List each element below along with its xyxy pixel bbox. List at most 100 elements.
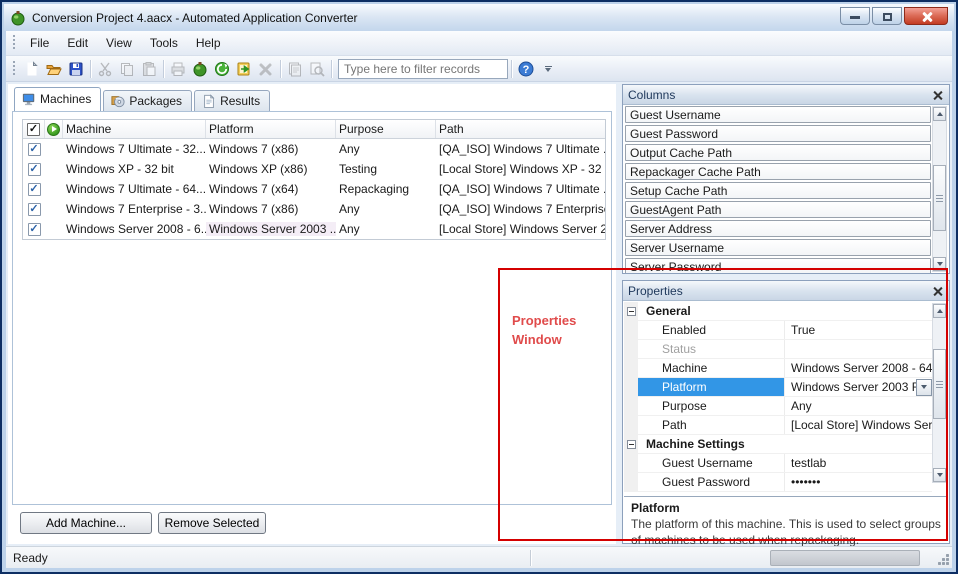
columns-scrollbar[interactable] — [932, 106, 947, 272]
platform-dropdown-button[interactable] — [916, 379, 932, 396]
list-item[interactable]: Output Cache Path — [625, 144, 931, 161]
property-row[interactable]: Machine Windows Server 2008 - 64 — [624, 359, 932, 378]
status-progress-area — [770, 550, 920, 566]
minimize-icon — [850, 16, 860, 19]
table-row[interactable]: Windows 7 Enterprise - 3... Windows 7 (x… — [23, 199, 605, 219]
list-item[interactable]: GuestAgent Path — [625, 201, 931, 218]
export-button[interactable] — [233, 58, 255, 80]
section-header-general[interactable]: General — [624, 302, 932, 321]
main-content: Machines Packages — [6, 82, 952, 546]
property-row[interactable]: Enabled True — [624, 321, 932, 340]
column-header-machine[interactable]: Machine — [63, 120, 206, 138]
list-item[interactable]: Server Password — [625, 258, 931, 273]
status-bar: Ready — [6, 546, 952, 568]
list-item[interactable]: Guest Username — [625, 106, 931, 123]
remove-selected-button[interactable]: Remove Selected — [158, 512, 266, 534]
table-row[interactable]: Windows XP - 32 bit Windows XP (x86) Tes… — [23, 159, 605, 179]
machine-cell: Windows Server 2008 - 6... — [63, 222, 206, 236]
row-checkbox[interactable] — [28, 143, 41, 156]
platform-cell: Windows Server 2003 ... — [206, 222, 336, 236]
resize-grip[interactable] — [936, 552, 949, 565]
new-document-button[interactable] — [21, 58, 43, 80]
list-item[interactable]: Setup Cache Path — [625, 182, 931, 199]
path-cell: [QA_ISO] Windows 7 Ultimate ... — [436, 182, 605, 196]
collapse-icon[interactable] — [627, 440, 636, 449]
close-icon[interactable] — [932, 89, 944, 101]
menu-grip[interactable] — [12, 35, 17, 51]
list-item[interactable]: Server Address — [625, 220, 931, 237]
path-cell: [QA_ISO] Windows 7 Enterprise... — [436, 202, 605, 216]
property-row-platform-selected[interactable]: Platform Windows Server 2003 R — [624, 378, 932, 397]
table-row[interactable]: Windows 7 Ultimate - 32... Windows 7 (x8… — [23, 139, 605, 159]
path-cell: [Local Store] Windows Server 2... — [436, 222, 605, 236]
scroll-up-icon[interactable] — [933, 107, 946, 121]
list-item[interactable]: Repackager Cache Path — [625, 163, 931, 180]
column-header-platform[interactable]: Platform — [206, 120, 336, 138]
row-checkbox[interactable] — [28, 183, 41, 196]
maximize-button[interactable] — [872, 7, 902, 25]
collapse-icon[interactable] — [627, 307, 636, 316]
add-machine-button[interactable]: Add Machine... — [20, 512, 152, 534]
row-checkbox[interactable] — [28, 163, 41, 176]
toolbar-overflow-button[interactable] — [543, 66, 553, 72]
machine-cell: Windows 7 Ultimate - 64... — [63, 182, 206, 196]
help-button[interactable]: ? — [515, 58, 537, 80]
close-icon[interactable] — [932, 285, 944, 297]
refresh-button[interactable] — [211, 58, 233, 80]
machine-cell: Windows 7 Ultimate - 32... — [63, 142, 206, 156]
scrollbar-thumb[interactable] — [933, 349, 946, 419]
svg-text:?: ? — [523, 64, 530, 76]
close-icon — [921, 11, 933, 23]
table-row[interactable]: Windows 7 Ultimate - 64... Windows 7 (x6… — [23, 179, 605, 199]
scroll-down-icon[interactable] — [933, 468, 946, 482]
row-checkbox[interactable] — [28, 223, 41, 236]
toolbar-grip[interactable] — [12, 61, 17, 77]
column-header-path[interactable]: Path — [436, 120, 605, 138]
scrollbar-thumb[interactable] — [933, 165, 946, 231]
save-project-button[interactable] — [65, 58, 87, 80]
tab-machines[interactable]: Machines — [14, 87, 101, 111]
properties-panel-title: Properties — [628, 284, 683, 298]
tab-results[interactable]: Results — [194, 90, 270, 111]
toolbar-separator — [163, 60, 164, 78]
property-row[interactable]: Guest Username testlab — [624, 454, 932, 473]
menu-file[interactable]: File — [21, 33, 58, 53]
property-row[interactable]: Path [Local Store] Windows Ser — [624, 416, 932, 435]
property-row[interactable]: Guest Password ••••••• — [624, 473, 932, 492]
refresh-icon — [214, 61, 230, 77]
column-header-purpose[interactable]: Purpose — [336, 120, 436, 138]
filter-records-input[interactable] — [338, 59, 508, 79]
copy-icon — [119, 61, 135, 77]
minimize-button[interactable] — [840, 7, 870, 25]
run-status-column-icon — [47, 123, 60, 136]
columns-panel-titlebar[interactable]: Columns — [623, 85, 949, 105]
platform-cell: Windows 7 (x86) — [206, 202, 336, 216]
find-button — [306, 58, 328, 80]
property-row[interactable]: Status — [624, 340, 932, 359]
tab-packages[interactable]: Packages — [103, 90, 192, 111]
platform-cell: Windows 7 (x86) — [206, 142, 336, 156]
menu-help[interactable]: Help — [187, 33, 230, 53]
row-checkbox[interactable] — [28, 203, 41, 216]
property-row[interactable]: Purpose Any — [624, 397, 932, 416]
menu-view[interactable]: View — [97, 33, 141, 53]
convert-button[interactable] — [189, 58, 211, 80]
properties-panel-titlebar[interactable]: Properties — [623, 281, 949, 301]
section-header-machine-settings[interactable]: Machine Settings — [624, 435, 932, 454]
open-project-button[interactable] — [43, 58, 65, 80]
list-item[interactable]: Server Username — [625, 239, 931, 256]
close-button[interactable] — [904, 7, 948, 25]
duplicate-icon — [287, 61, 303, 77]
menu-edit[interactable]: Edit — [58, 33, 97, 53]
toolbar-separator — [280, 60, 281, 78]
list-item[interactable]: Guest Password — [625, 125, 931, 142]
menu-tools[interactable]: Tools — [141, 33, 187, 53]
scroll-up-icon[interactable] — [933, 304, 946, 318]
save-project-icon — [68, 61, 84, 77]
table-row-selected[interactable]: Windows Server 2008 - 6... Windows Serve… — [23, 219, 605, 239]
select-all-checkbox[interactable] — [27, 123, 40, 136]
property-description-text: The platform of this machine. This is us… — [631, 517, 941, 548]
open-project-icon — [46, 61, 62, 77]
properties-scrollbar[interactable] — [932, 303, 947, 483]
scroll-down-icon[interactable] — [933, 257, 946, 271]
